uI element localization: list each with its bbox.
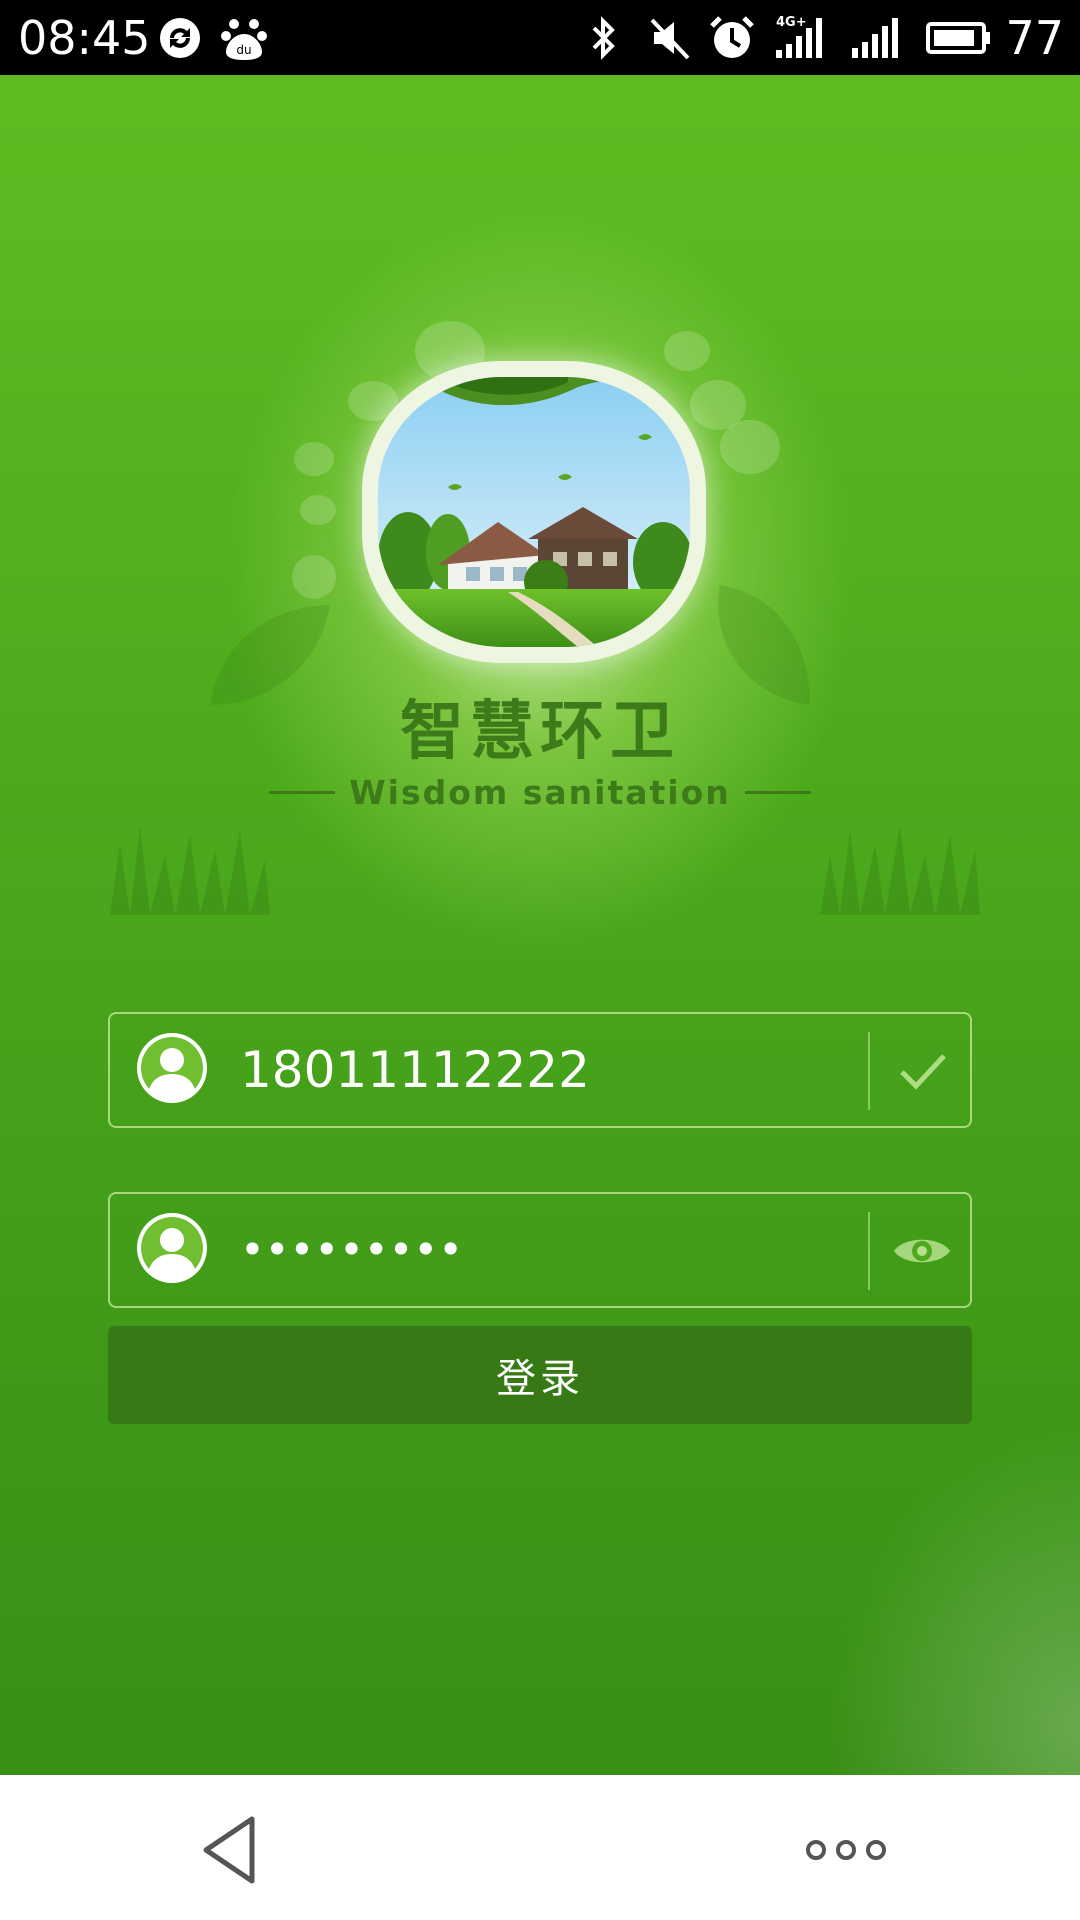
decor-bubble — [720, 420, 780, 474]
battery-icon — [926, 22, 990, 54]
field-separator — [868, 1032, 870, 1110]
house-landscape-image — [378, 377, 690, 647]
sync-icon — [160, 18, 200, 58]
mute-icon — [650, 18, 690, 60]
app-title-cn: 智慧环卫 — [400, 695, 680, 769]
status-time: 08:45 — [18, 11, 151, 65]
app-title-en: Wisdom sanitation — [349, 772, 731, 812]
decor-bubble — [294, 442, 334, 476]
signal-4g-icon: 4G+ — [776, 15, 822, 58]
field-separator — [868, 1212, 870, 1290]
password-input[interactable]: ••••••••• — [240, 1216, 463, 1284]
decor-bubble — [664, 331, 710, 371]
user-avatar-icon — [137, 1033, 207, 1103]
subtitle-divider — [269, 790, 336, 794]
decor-grass-left — [110, 825, 270, 915]
login-button[interactable]: 登录 — [108, 1326, 972, 1424]
username-input[interactable]: 18011112222 — [240, 1036, 590, 1104]
navigation-bar — [0, 1775, 1080, 1920]
decor-bubble — [292, 555, 336, 599]
login-screen: 08:45 du 4G+ 77 智慧环卫 Wisdom sanitation 1… — [0, 0, 1080, 1920]
app-subtitle-row: Wisdom sanitation — [0, 767, 1080, 817]
alarm-icon — [710, 16, 754, 58]
decor-bubble — [300, 495, 336, 525]
username-field[interactable]: 18011112222 — [108, 1012, 972, 1128]
decor-grass-right — [820, 825, 980, 915]
back-triangle-icon[interactable] — [200, 1815, 260, 1885]
app-logo — [362, 361, 706, 663]
login-background: 智慧环卫 Wisdom sanitation 18011112222 •••••… — [0, 75, 1080, 1775]
password-field[interactable]: ••••••••• — [108, 1192, 972, 1308]
status-bar: 08:45 du 4G+ 77 — [0, 0, 1080, 75]
more-dots-icon[interactable] — [804, 1835, 888, 1865]
subtitle-divider — [744, 790, 811, 794]
battery-level: 77 — [1005, 11, 1064, 65]
check-icon — [900, 1054, 946, 1090]
user-avatar-icon — [137, 1213, 207, 1283]
signal-icon — [852, 18, 898, 58]
bluetooth-icon — [592, 16, 615, 60]
baidu-paw-icon: du — [221, 19, 267, 60]
svg-text:4G+: 4G+ — [776, 15, 807, 30]
eye-icon[interactable] — [890, 1214, 954, 1288]
svg-text:du: du — [236, 43, 251, 57]
